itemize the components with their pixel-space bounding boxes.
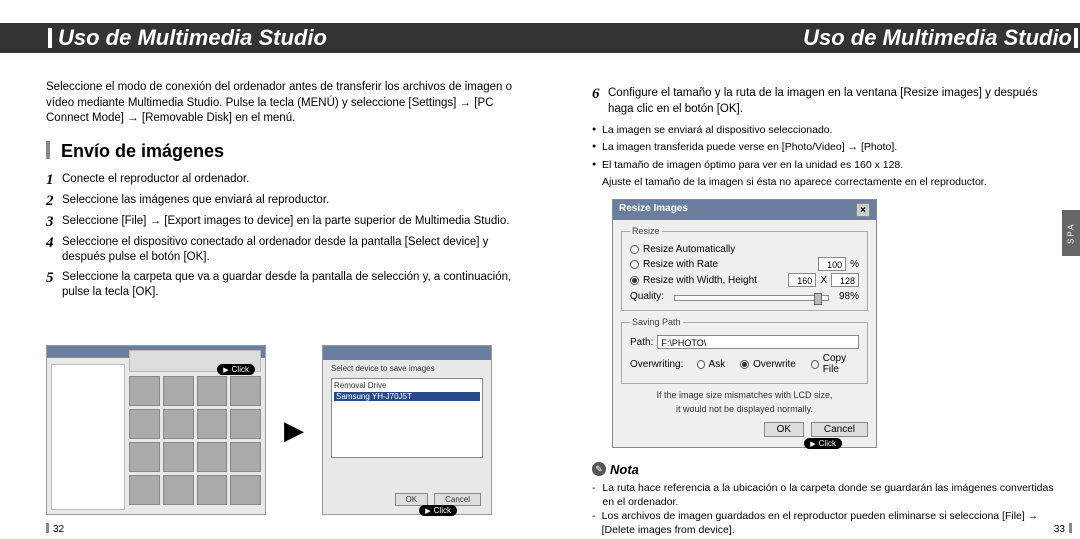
- section-title: Envío de imágenes: [46, 141, 526, 162]
- language-tab: SPA: [1062, 210, 1080, 256]
- nota-heading: ✎ Nota: [592, 462, 1062, 477]
- header-title-left: Uso de Multimedia Studio: [58, 25, 327, 51]
- overwrite-label: Overwriting:: [630, 359, 683, 370]
- nota-list: -La ruta hace referencia a la ubicación …: [592, 481, 1062, 539]
- folder-tree: [51, 364, 125, 510]
- bullet-list: La imagen se enviará al dispositivo sele…: [592, 123, 1062, 189]
- section-accent: [46, 141, 50, 159]
- arrow-icon: ▶: [284, 415, 304, 446]
- dialog-caption: Select device to save images: [331, 364, 435, 373]
- dialog-ok-button[interactable]: OK: [764, 422, 804, 437]
- step-4: 4Seleccione el dispositivo conectado al …: [46, 235, 526, 266]
- dialog-title: Resize Images: [619, 203, 688, 217]
- bullet-2: La imagen transferida puede verse en [Ph…: [602, 140, 897, 154]
- step-1: 1Conecte el reproductor al ordenador.: [46, 172, 526, 189]
- nota-label: Nota: [610, 462, 639, 477]
- group-saving-path: Saving Path: [630, 317, 683, 327]
- info-icon: ✎: [592, 462, 606, 476]
- dialog-cancel-button[interactable]: Cancel: [811, 422, 868, 437]
- step-6: 6 Configure el tamaño y la ruta de la im…: [592, 86, 1062, 117]
- device-listbox: Removal Drive Samsung YH-J70J5T: [331, 378, 483, 458]
- opt-rate[interactable]: Resize with Rate 100 %: [630, 257, 859, 271]
- thumbnail-grid: [129, 376, 261, 510]
- left-column: Seleccione el modo de conexión del orden…: [46, 80, 526, 305]
- rate-input[interactable]: 100: [818, 257, 846, 271]
- close-icon[interactable]: ×: [856, 203, 870, 217]
- bullet-tail: Ajuste el tamaño de la imagen si ésta no…: [602, 175, 1062, 189]
- opt-wh[interactable]: Resize with Width, Height 160 X 128: [630, 273, 859, 287]
- device-item-samsung: Samsung YH-J70J5T: [334, 392, 480, 401]
- quality-label: Quality:: [630, 291, 664, 302]
- click-badge: Click: [419, 505, 457, 516]
- nota-1: La ruta hace referencia a la ubicación o…: [602, 481, 1062, 509]
- path-label: Path:: [630, 337, 653, 348]
- section-title-text: Envío de imágenes: [61, 141, 224, 161]
- dialog-titlebar: [323, 346, 491, 360]
- nota-2: Los archivos de imagen guardados en el r…: [602, 509, 1062, 537]
- device-item-removal: Removal Drive: [334, 381, 480, 390]
- right-column: 6 Configure el tamaño y la ruta de la im…: [592, 86, 1062, 539]
- path-input[interactable]: F:\PHOTO\: [657, 335, 859, 349]
- steps-list-cont: 6 Configure el tamaño y la ruta de la im…: [592, 86, 1062, 117]
- ow-ask-radio[interactable]: [697, 360, 705, 369]
- quality-slider[interactable]: [674, 295, 829, 301]
- screenshot-select-device: Select device to save images Removal Dri…: [322, 345, 492, 515]
- step-2: 2Seleccione las imágenes que enviará al …: [46, 193, 526, 210]
- resize-images-dialog: Resize Images × Resize Resize Automatica…: [612, 199, 877, 447]
- quality-value: 98%: [839, 291, 859, 302]
- opt-auto[interactable]: Resize Automatically: [630, 244, 859, 255]
- manual-spread: Uso de Multimedia Studio Uso de Multimed…: [0, 0, 1080, 539]
- click-badge: Click: [217, 364, 255, 375]
- dialog-msg1: If the image size mismatches with LCD si…: [621, 390, 868, 402]
- step-3: 3Seleccione [File] → [Export images to d…: [46, 214, 526, 231]
- page-number-left: 32: [46, 523, 64, 535]
- header-accent-right: [1074, 28, 1078, 48]
- screenshot-multimedia-studio: Click: [46, 345, 266, 515]
- header-accent-left: [48, 28, 52, 48]
- intro-paragraph: Seleccione el modo de conexión del orden…: [46, 80, 526, 127]
- header-bar: Uso de Multimedia Studio Uso de Multimed…: [0, 23, 1080, 53]
- steps-list: 1Conecte el reproductor al ordenador. 2S…: [46, 172, 526, 301]
- ow-over-radio[interactable]: [740, 360, 749, 369]
- bullet-3: El tamaño de imagen óptimo para ver en l…: [602, 158, 903, 172]
- header-title-right: Uso de Multimedia Studio: [803, 25, 1072, 51]
- width-input[interactable]: 160: [788, 273, 816, 287]
- height-input[interactable]: 128: [831, 273, 859, 287]
- step-5: 5Seleccione la carpeta que va a guardar …: [46, 270, 526, 301]
- screenshot-row: Click ▶ Select device to save images Rem…: [46, 345, 492, 515]
- click-badge: Click: [804, 438, 842, 449]
- bullet-1: La imagen se enviará al dispositivo sele…: [602, 123, 833, 137]
- group-resize: Resize: [630, 226, 662, 236]
- page-number-right: 33: [1054, 523, 1072, 535]
- dialog-msg2: it would not be displayed normally.: [621, 404, 868, 416]
- ow-copy-radio[interactable]: [811, 360, 819, 369]
